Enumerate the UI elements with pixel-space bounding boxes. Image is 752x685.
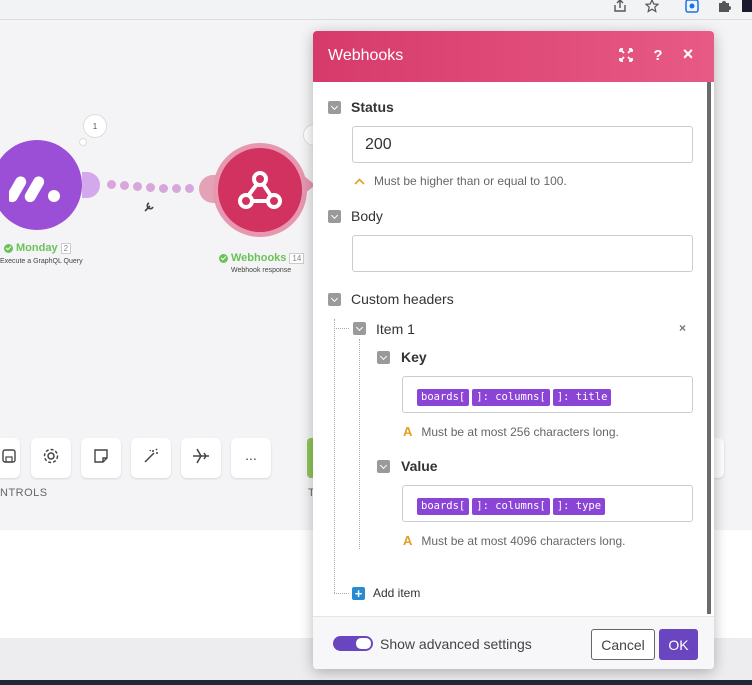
help-icon[interactable]: ? (649, 47, 667, 64)
advanced-settings-label: Show advanced settings (380, 636, 532, 652)
body-input[interactable] (352, 235, 693, 272)
key-hint: A Must be at most 256 characters long. (403, 424, 619, 439)
more-button[interactable]: ... (231, 438, 271, 478)
monday-subtitle: Execute a GraphQL Query (0, 258, 83, 265)
mapping-pill[interactable]: boards[ (417, 389, 470, 406)
webhook-logo-icon (238, 171, 282, 209)
key-input[interactable]: boards[ ]: columns[ ]: title (402, 376, 693, 413)
key-label: Key (401, 349, 427, 365)
controls-label: NTROLS (0, 487, 48, 499)
module-bubble: 1 (83, 114, 107, 138)
monday-label: Monday 2 (4, 242, 72, 254)
body-label: Body (351, 208, 383, 224)
warning-icon: A (403, 533, 413, 548)
status-label: Status (351, 99, 394, 115)
connection-dot (120, 181, 129, 190)
advanced-settings-toggle[interactable] (333, 636, 373, 651)
value-hint: A Must be at most 4096 characters long. (403, 533, 626, 548)
connection-dot (146, 183, 155, 192)
status-hint: Must be higher than or equal to 100. (354, 174, 567, 188)
add-icon[interactable]: + (352, 587, 365, 600)
more-icon: ... (245, 447, 257, 463)
status-collapse-toggle[interactable] (328, 101, 341, 114)
module-bubble-tail (79, 138, 87, 146)
magic-wand-icon (143, 447, 159, 469)
save-icon (2, 448, 16, 468)
share-icon[interactable] (610, 0, 630, 16)
warning-icon: A (403, 424, 413, 439)
mapping-pill[interactable]: ]: columns[ (472, 498, 550, 515)
body-collapse-toggle[interactable] (328, 210, 341, 223)
item-collapse-toggle[interactable] (353, 322, 366, 335)
connection-dot (107, 180, 116, 189)
dialog-header: Webhooks ? × (313, 31, 714, 82)
status-input[interactable]: 200 (352, 126, 693, 163)
tree-line (334, 319, 335, 593)
key-collapse-toggle[interactable] (377, 351, 390, 364)
remove-item-icon[interactable]: × (679, 321, 686, 335)
tree-line (334, 328, 349, 329)
dialog-title: Webhooks (328, 47, 404, 64)
connection-dot (185, 184, 194, 193)
extension-icon[interactable] (682, 0, 702, 16)
connection-dot (172, 184, 181, 193)
close-icon[interactable]: × (679, 44, 697, 65)
settings-icon (42, 447, 60, 470)
notes-button[interactable] (81, 438, 121, 478)
toolbar-right-edge[interactable] (714, 438, 724, 478)
ok-button[interactable]: OK (659, 629, 698, 660)
connection-dot (159, 184, 168, 193)
webhooks-module[interactable] (213, 143, 307, 237)
dialog-footer: Show advanced settings Cancel OK (313, 616, 714, 669)
monday-logo-icon (9, 176, 60, 203)
chevron-up-icon (354, 174, 365, 188)
settings-button[interactable] (31, 438, 71, 478)
webhooks-subtitle: Webhook response (231, 267, 292, 274)
value-collapse-toggle[interactable] (377, 460, 390, 473)
save-button[interactable] (0, 438, 20, 478)
mapping-pill[interactable]: ]: type (552, 498, 606, 515)
browser-toolbar (0, 0, 752, 20)
value-input[interactable]: boards[ ]: columns[ ]: type (402, 485, 693, 522)
custom-headers-collapse-toggle[interactable] (328, 293, 341, 306)
add-item-button[interactable]: Add item (373, 586, 420, 600)
star-icon[interactable] (642, 0, 662, 16)
puzzle-icon[interactable] (714, 0, 734, 16)
webhooks-dialog: Webhooks ? × Status 200 Must be higher t… (313, 31, 714, 669)
connection-dot (133, 182, 142, 191)
item-label: Item 1 (376, 321, 415, 337)
airplane-icon (192, 447, 210, 470)
auto-align-button[interactable] (131, 438, 171, 478)
notes-icon (93, 448, 109, 469)
tree-line (359, 339, 360, 549)
dialog-scrollbar[interactable] (707, 82, 711, 614)
cancel-button[interactable]: Cancel (591, 629, 655, 660)
mapping-pill[interactable]: ]: columns[ (472, 389, 550, 406)
success-icon (4, 243, 13, 253)
success-icon (219, 253, 228, 263)
value-label: Value (401, 458, 438, 474)
profile-icon[interactable] (742, 0, 752, 12)
tree-line (334, 593, 349, 594)
custom-headers-label: Custom headers (351, 291, 454, 307)
explain-flow-button[interactable] (181, 438, 221, 478)
mapping-pill[interactable]: ]: title (552, 389, 612, 406)
expand-icon[interactable] (617, 48, 635, 66)
webhooks-label: Webhooks 14 (219, 252, 305, 264)
wrench-icon[interactable] (143, 200, 155, 218)
os-taskbar (0, 680, 752, 685)
mapping-pill[interactable]: boards[ (417, 498, 470, 515)
